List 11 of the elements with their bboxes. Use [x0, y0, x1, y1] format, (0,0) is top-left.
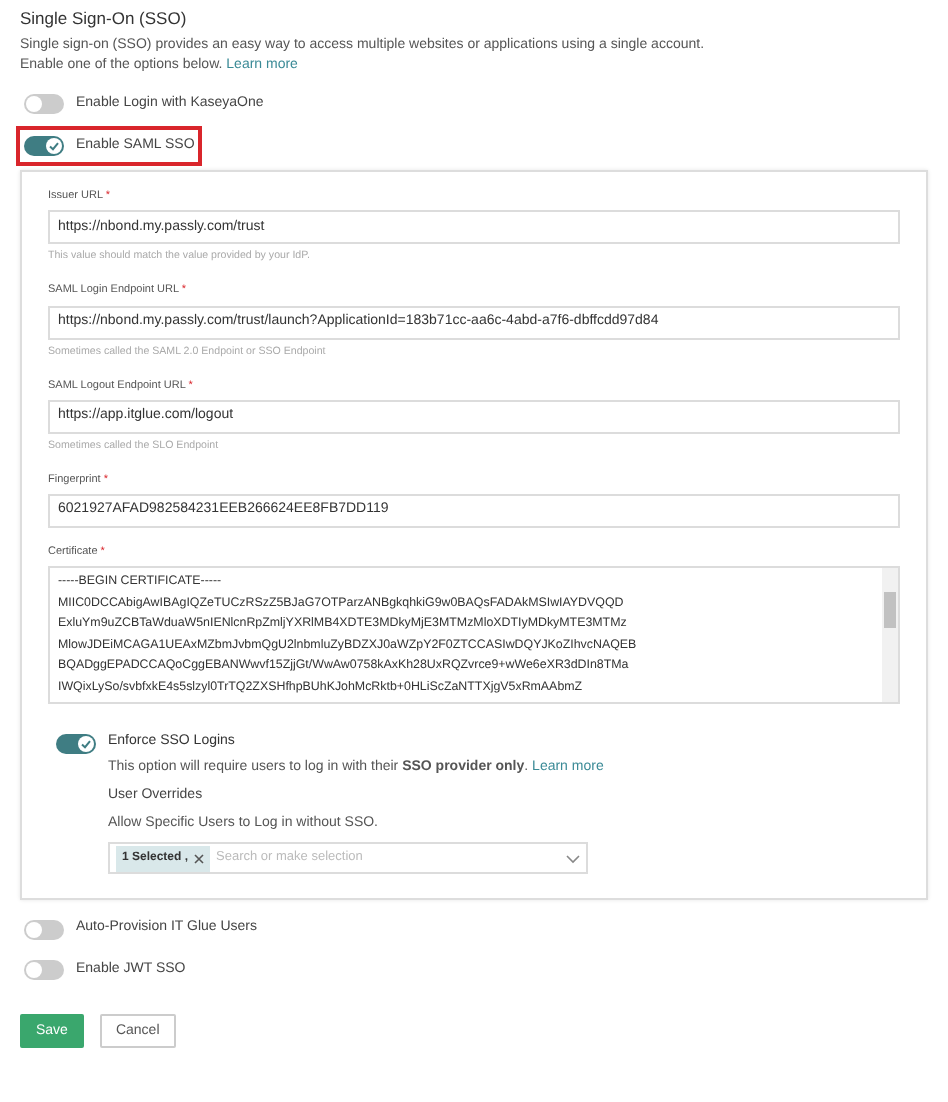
scrollbar[interactable]	[882, 568, 898, 703]
check-icon	[80, 737, 92, 749]
section-title: Single Sign-On (SSO)	[20, 8, 189, 29]
toggle-switch[interactable]	[24, 94, 64, 115]
chevron-down-icon[interactable]	[566, 853, 580, 864]
remove-icon[interactable]	[194, 853, 205, 864]
toggle-switch[interactable]	[56, 733, 96, 753]
toggle-switch[interactable]	[24, 960, 64, 980]
toggle-switch[interactable]	[24, 135, 64, 156]
toggle-switch[interactable]	[24, 919, 64, 939]
check-icon	[48, 139, 60, 152]
